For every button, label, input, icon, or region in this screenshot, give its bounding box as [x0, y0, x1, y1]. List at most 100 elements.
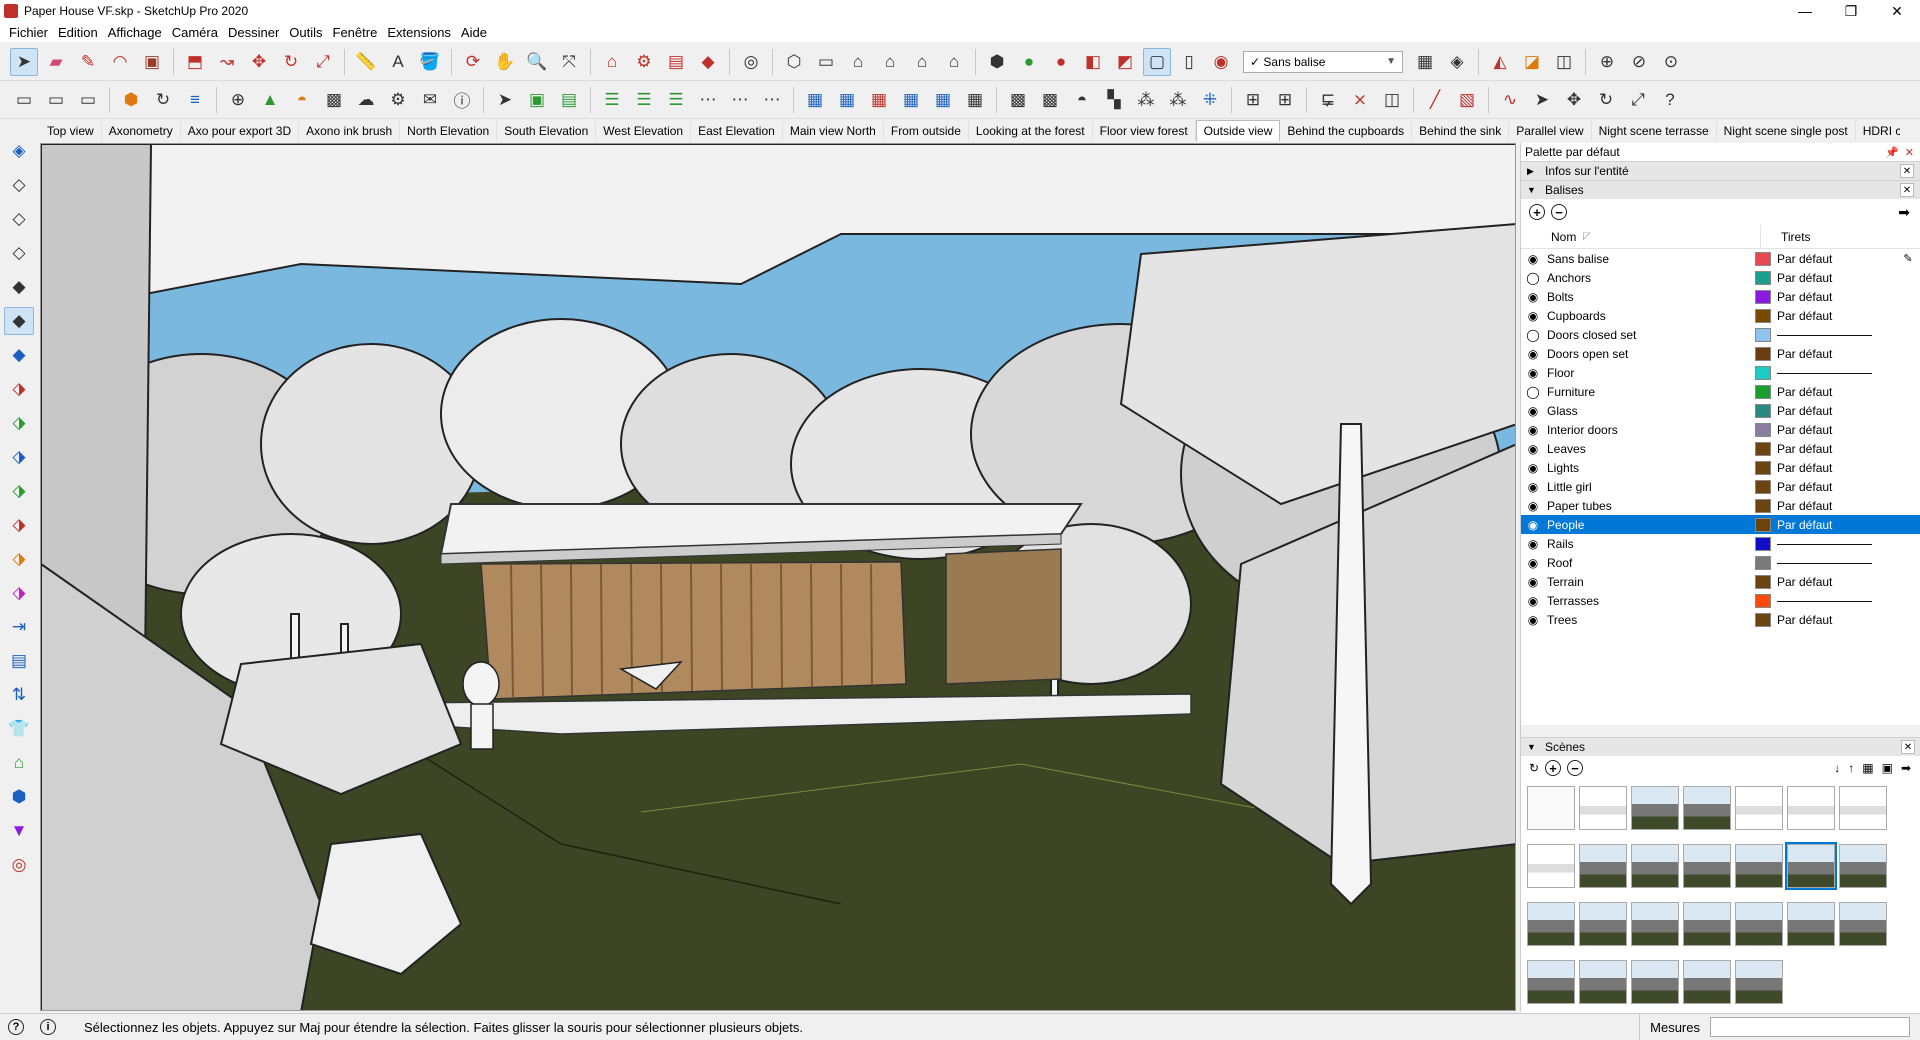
- grid-e-icon[interactable]: ▦: [929, 86, 957, 114]
- tag-dash-style[interactable]: Par défaut: [1775, 252, 1896, 266]
- section-display-icon[interactable]: ⊕: [1593, 48, 1621, 76]
- frame-icon[interactable]: ◫: [1378, 86, 1406, 114]
- solid-tools-icon[interactable]: ⬢: [983, 48, 1011, 76]
- tray-close-icon[interactable]: ✕: [1905, 146, 1914, 159]
- component-icon[interactable]: ⬢: [117, 86, 145, 114]
- ungroup-green-icon[interactable]: ▤: [555, 86, 583, 114]
- tags-close-icon[interactable]: ✕: [1900, 183, 1914, 197]
- delete-scene-icon[interactable]: −: [1567, 760, 1584, 776]
- checker-icon[interactable]: ▚: [1100, 86, 1128, 114]
- eye-open-icon[interactable]: ◉: [1521, 442, 1545, 456]
- tag-color-swatch[interactable]: [1755, 555, 1771, 570]
- distribute-space-icon[interactable]: ⋯: [758, 86, 786, 114]
- scene-thumbnail[interactable]: [1579, 844, 1627, 888]
- menu-outils[interactable]: Outils: [284, 25, 327, 40]
- house-green-icon[interactable]: ⌂: [4, 749, 34, 777]
- menu-affichage[interactable]: Affichage: [103, 25, 167, 40]
- minimize-button[interactable]: —: [1782, 3, 1828, 20]
- tag-color-swatch[interactable]: [1755, 384, 1771, 399]
- tag-dash-style[interactable]: Par défaut: [1775, 613, 1896, 627]
- advanced-camera-icon[interactable]: ◭: [1486, 48, 1514, 76]
- tree-icon[interactable]: ▲: [256, 86, 284, 114]
- rotate-tool-icon[interactable]: ↻: [277, 48, 305, 76]
- menu-aide[interactable]: Aide: [456, 25, 492, 40]
- tag-color-swatch[interactable]: [1755, 479, 1771, 494]
- view-textured-icon[interactable]: ◆: [4, 307, 34, 335]
- view-plan-icon[interactable]: ◇: [4, 171, 34, 199]
- tag-color-swatch[interactable]: [1755, 498, 1771, 513]
- tag-dash-style[interactable]: Par défaut: [1775, 575, 1896, 589]
- cursor-icon[interactable]: ➤: [1528, 86, 1556, 114]
- scene-thumbnail[interactable]: [1527, 844, 1575, 888]
- curve-icon[interactable]: ∿: [1496, 86, 1524, 114]
- tag-color-swatch[interactable]: [1755, 593, 1771, 608]
- eye-open-icon[interactable]: ◉: [1521, 290, 1545, 304]
- scene-thumbnail[interactable]: [1527, 960, 1575, 1004]
- draw-red-icon[interactable]: ╱: [1421, 86, 1449, 114]
- model-viewport[interactable]: [40, 143, 1516, 1011]
- help-icon[interactable]: ?: [1656, 86, 1684, 114]
- scene-thumbnail[interactable]: [1579, 902, 1627, 946]
- tag-color-swatch[interactable]: [1755, 574, 1771, 589]
- eye-open-icon[interactable]: ◉: [1521, 461, 1545, 475]
- align-left-icon[interactable]: ☰: [598, 86, 626, 114]
- view-options-icon[interactable]: ▦: [1862, 761, 1873, 775]
- tag-color-swatch[interactable]: [1755, 403, 1771, 418]
- move-scene-up-icon[interactable]: ↑: [1848, 761, 1854, 775]
- scene-tab[interactable]: Night scene single post: [1717, 121, 1856, 141]
- group-green-icon[interactable]: ▣: [523, 86, 551, 114]
- tag-dash-style[interactable]: Par défaut: [1775, 347, 1896, 361]
- tag-row[interactable]: ◉ Floor: [1521, 363, 1920, 382]
- scene-thumbnail[interactable]: [1527, 786, 1575, 830]
- scene-thumbnail[interactable]: [1735, 902, 1783, 946]
- tag-row[interactable]: ◉ Lights Par défaut: [1521, 458, 1920, 477]
- eye-open-icon[interactable]: ◉: [1521, 518, 1545, 532]
- outer-shell-icon[interactable]: ●: [1015, 48, 1043, 76]
- push-pull-tool-icon[interactable]: ⬒: [181, 48, 209, 76]
- section-fill-icon[interactable]: ⊙: [1657, 48, 1685, 76]
- tag-color-swatch[interactable]: [1755, 327, 1771, 342]
- close-button[interactable]: ✕: [1874, 3, 1920, 20]
- eye-open-icon[interactable]: ◉: [1521, 556, 1545, 570]
- entity-info-close-icon[interactable]: ✕: [1900, 164, 1914, 178]
- settings-icon[interactable]: ⚙: [384, 86, 412, 114]
- tag-dash-style[interactable]: Par défaut: [1775, 461, 1896, 475]
- tag-dash-style[interactable]: Par défaut: [1775, 290, 1896, 304]
- scene-tab[interactable]: Parallel view: [1509, 121, 1592, 141]
- tag-row[interactable]: ◉ Trees Par défaut: [1521, 610, 1920, 629]
- zoom-extents-icon[interactable]: ⤧: [555, 48, 583, 76]
- details-arrow-icon[interactable]: ➡: [1898, 204, 1910, 221]
- eraser-tool-icon[interactable]: ▰: [42, 48, 70, 76]
- ruby-icon[interactable]: ◆: [694, 48, 722, 76]
- scene-tab[interactable]: Night scene terrasse: [1592, 121, 1717, 141]
- delete-tag-icon[interactable]: −: [1551, 204, 1567, 220]
- distribute-v-icon[interactable]: ⋯: [726, 86, 754, 114]
- tags-header[interactable]: ▼ Balises ✕: [1521, 180, 1920, 199]
- extension-warehouse-icon[interactable]: ⚙: [630, 48, 658, 76]
- tags-panel-icon[interactable]: ◪: [1518, 48, 1546, 76]
- move-scene-down-icon[interactable]: ↓: [1834, 761, 1840, 775]
- rotate-circle-icon[interactable]: ↻: [1592, 86, 1620, 114]
- cloud-upload-icon[interactable]: ☁: [352, 86, 380, 114]
- align-center-icon[interactable]: ☰: [630, 86, 658, 114]
- eye-open-icon[interactable]: ◉: [1521, 594, 1545, 608]
- scene-thumbnail[interactable]: [1735, 960, 1783, 1004]
- grid-f-icon[interactable]: ▦: [961, 86, 989, 114]
- orbit-tool-icon[interactable]: ⟳: [459, 48, 487, 76]
- menu-dessiner[interactable]: Dessiner: [223, 25, 284, 40]
- eye-open-icon[interactable]: ◉: [1521, 423, 1545, 437]
- layers-icon[interactable]: ≡: [181, 86, 209, 114]
- active-tag-pencil-icon[interactable]: ✎: [1896, 252, 1920, 265]
- align-right-icon[interactable]: ☰: [662, 86, 690, 114]
- axis-n-icon[interactable]: ⬗: [4, 511, 34, 539]
- eye-open-icon[interactable]: ◉: [1521, 366, 1545, 380]
- tag-row[interactable]: ◯ Furniture Par défaut: [1521, 382, 1920, 401]
- scene-thumbnail[interactable]: [1631, 902, 1679, 946]
- pin-icon[interactable]: 📌: [1885, 146, 1899, 159]
- scene-outline-icon[interactable]: ▭: [10, 86, 38, 114]
- tag-color-swatch[interactable]: [1755, 270, 1771, 285]
- stamp-red-icon[interactable]: ▧: [1453, 86, 1481, 114]
- add-tag-icon[interactable]: +: [1529, 204, 1545, 220]
- scene-thumbnail[interactable]: [1579, 960, 1627, 1004]
- scene-tab[interactable]: East Elevation: [691, 121, 783, 141]
